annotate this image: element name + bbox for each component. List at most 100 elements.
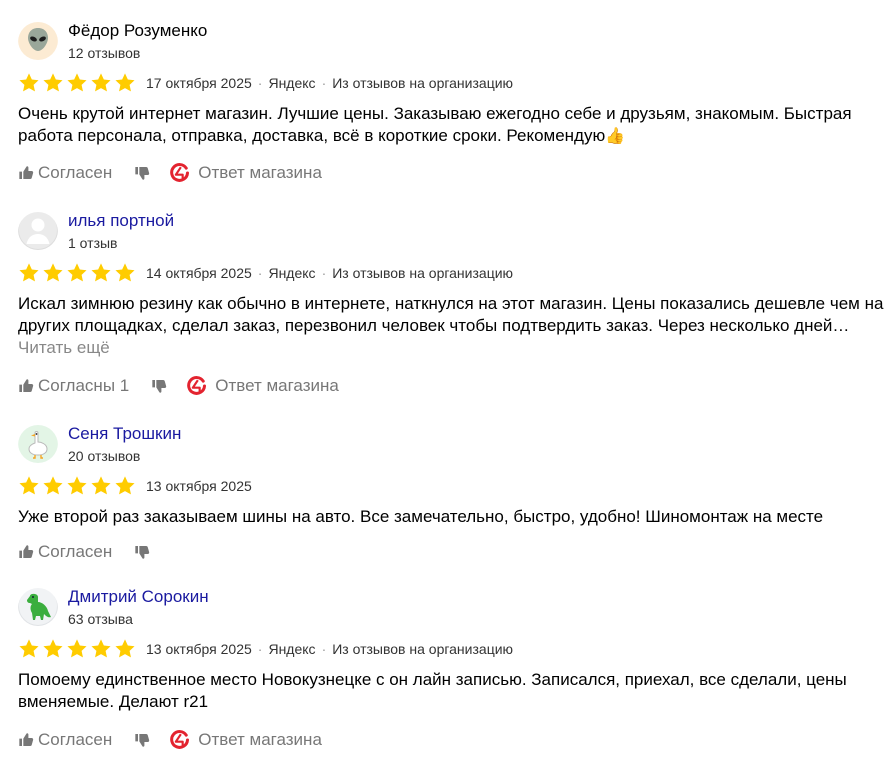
- rating-stars: [18, 638, 136, 660]
- review-source: Яндекс: [268, 641, 316, 657]
- review-text: Уже второй раз заказываем шины на авто. …: [18, 506, 888, 528]
- meta-separator: ·: [257, 641, 263, 657]
- meta-separator: ·: [321, 75, 327, 91]
- default-user-icon: [18, 212, 58, 252]
- thumbs-down-icon: [134, 732, 150, 748]
- thumbs-down-icon: [151, 378, 167, 394]
- star-icon: [18, 72, 40, 94]
- star-icon: [114, 72, 136, 94]
- reviews-list: Фёдор Розуменко 12 отзывов 17 октября 2025…: [0, 0, 896, 764]
- review-meta: 13 октября 2025 · Яндекс · Из отзывов на орг…: [18, 637, 513, 661]
- author-reviews-count: 12 отзывов: [68, 45, 141, 61]
- review-source-note: Из отзывов на организацию: [332, 265, 514, 281]
- goose-icon: [18, 425, 58, 465]
- shop-reply-label: Ответ магазина: [198, 730, 322, 749]
- star-icon: [18, 262, 40, 284]
- avatar[interactable]: [18, 22, 58, 62]
- shop-reply-label: Ответ магазина: [215, 376, 339, 395]
- star-icon: [18, 475, 40, 497]
- avatar[interactable]: [18, 425, 58, 465]
- review-text: Очень крутой интернет магазин. Лучшие це…: [18, 103, 888, 147]
- thumbs-down-icon: [134, 544, 150, 560]
- star-icon: [66, 475, 88, 497]
- author-name[interactable]: Сеня Трошкин: [68, 424, 181, 444]
- star-icon: [66, 638, 88, 660]
- dislike-button[interactable]: [134, 165, 150, 181]
- thumbs-up-icon: [18, 165, 34, 181]
- author-name[interactable]: Дмитрий Сорокин: [68, 587, 209, 607]
- dinosaur-icon: [18, 588, 58, 628]
- dislike-button[interactable]: [134, 544, 150, 560]
- thumbs-up-icon: [18, 544, 34, 560]
- star-icon: [66, 262, 88, 284]
- shop-logo-icon: [187, 376, 207, 396]
- star-icon: [42, 262, 64, 284]
- star-icon: [66, 72, 88, 94]
- review-actions: Согласны 1 Ответ магазина: [18, 375, 339, 397]
- rating-stars: [18, 72, 136, 94]
- author-reviews-count: 1 отзыв: [68, 235, 118, 251]
- dislike-button[interactable]: [134, 732, 150, 748]
- star-icon: [42, 638, 64, 660]
- review-meta: 17 октября 2025 · Яндекс · Из отзывов на орг…: [18, 71, 513, 95]
- avatar[interactable]: [18, 212, 58, 252]
- shop-reply-label: Ответ магазина: [198, 163, 322, 182]
- dislike-button[interactable]: [151, 378, 167, 394]
- star-icon: [90, 475, 112, 497]
- star-icon: [114, 638, 136, 660]
- review-date: 14 октября 2025: [146, 265, 252, 281]
- thumbs-up-icon: [18, 378, 34, 394]
- review-actions: Согласен Ответ магазина: [18, 729, 322, 751]
- meta-separator: ·: [321, 641, 327, 657]
- alien-icon: [18, 22, 58, 62]
- agree-label: Согласны 1: [38, 376, 130, 395]
- author-name[interactable]: Фёдор Розуменко: [68, 21, 207, 41]
- shop-logo-icon: [170, 730, 190, 750]
- star-icon: [114, 475, 136, 497]
- shop-reply-button[interactable]: Ответ магазина: [187, 376, 339, 396]
- read-more-link[interactable]: Читать ещё: [18, 338, 110, 357]
- star-icon: [42, 475, 64, 497]
- review-date: 13 октября 2025: [146, 478, 252, 494]
- shop-reply-button[interactable]: Ответ магазина: [170, 730, 322, 750]
- review-date: 13 октября 2025: [146, 641, 252, 657]
- meta-separator: ·: [257, 75, 263, 91]
- avatar[interactable]: [18, 588, 58, 628]
- star-icon: [90, 262, 112, 284]
- author-reviews-count: 63 отзыва: [68, 611, 133, 627]
- rating-stars: [18, 475, 136, 497]
- review-date: 17 октября 2025: [146, 75, 252, 91]
- shop-reply-button[interactable]: Ответ магазина: [170, 163, 322, 183]
- review-text-body: Очень крутой интернет магазин. Лучшие це…: [18, 104, 852, 145]
- review-text-body: Искал зимнюю резину как обычно в интерне…: [18, 294, 884, 335]
- review-meta: 14 октября 2025 · Яндекс · Из отзывов на орг…: [18, 261, 513, 285]
- shop-logo-icon: [170, 163, 190, 183]
- star-icon: [90, 638, 112, 660]
- thumbs-up-icon: [18, 732, 34, 748]
- agree-label: Согласен: [38, 163, 113, 182]
- review-source: Яндекс: [268, 75, 316, 91]
- review-source: Яндекс: [268, 265, 316, 281]
- review-source-note: Из отзывов на организацию: [332, 75, 514, 91]
- star-icon: [42, 72, 64, 94]
- star-icon: [90, 72, 112, 94]
- star-icon: [18, 638, 40, 660]
- thumbs-down-icon: [134, 165, 150, 181]
- review-actions: Согласен Ответ магазина: [18, 162, 322, 184]
- agree-button[interactable]: Согласны 1: [18, 376, 129, 396]
- agree-label: Согласен: [38, 542, 113, 561]
- thumbs-up-emoji-icon: 👍: [605, 128, 626, 145]
- author-name[interactable]: илья портной: [68, 211, 174, 231]
- review-source-note: Из отзывов на организацию: [332, 641, 514, 657]
- review-text-body: Помоему единственное место Новокузнецке …: [18, 670, 847, 711]
- review-actions: Согласен: [18, 541, 150, 563]
- agree-button[interactable]: Согласен: [18, 542, 112, 562]
- rating-stars: [18, 262, 136, 284]
- review-text-body: Уже второй раз заказываем шины на авто. …: [18, 507, 824, 526]
- star-icon: [114, 262, 136, 284]
- agree-button[interactable]: Согласен: [18, 730, 112, 750]
- review-text: Искал зимнюю резину как обычно в интерне…: [18, 293, 888, 359]
- agree-label: Согласен: [38, 730, 113, 749]
- meta-separator: ·: [321, 265, 327, 281]
- agree-button[interactable]: Согласен: [18, 163, 112, 183]
